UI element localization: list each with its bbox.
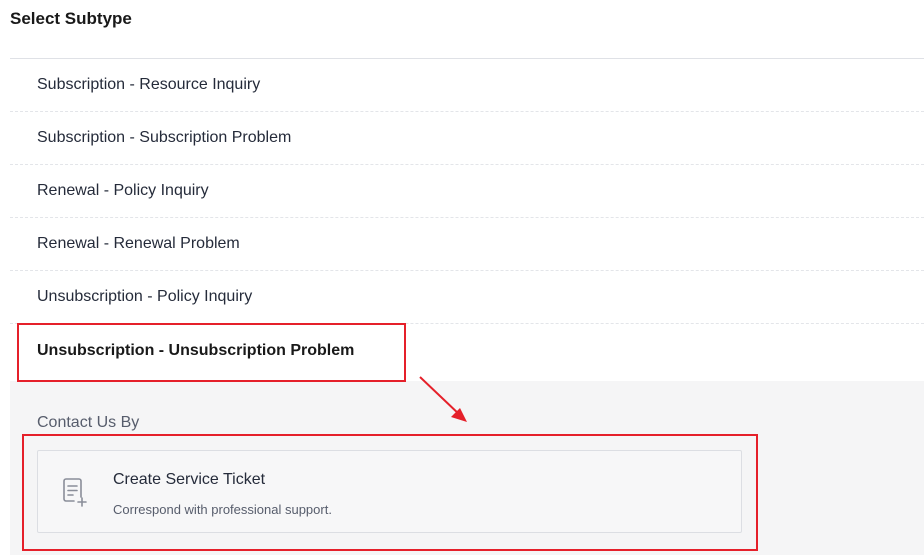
subtype-item-subscription-subscription-problem[interactable]: Subscription - Subscription Problem <box>10 112 924 165</box>
contact-us-label: Contact Us By <box>37 414 140 431</box>
ticket-title: Create Service Ticket <box>113 471 266 488</box>
subtype-item-renewal-policy-inquiry[interactable]: Renewal - Policy Inquiry <box>10 165 924 218</box>
subtype-item-subscription-resource-inquiry[interactable]: Subscription - Resource Inquiry <box>10 59 924 112</box>
subtype-item-unsubscription-unsubscription-problem[interactable]: Unsubscription - Unsubscription Problem <box>10 324 924 378</box>
ticket-add-icon <box>60 475 92 509</box>
ticket-description: Correspond with professional support. <box>113 502 332 517</box>
contact-panel: Contact Us By Create Service Ticket Corr… <box>10 381 924 555</box>
subtype-item-unsubscription-policy-inquiry[interactable]: Unsubscription - Policy Inquiry <box>10 271 924 324</box>
page-title: Select Subtype <box>10 9 132 28</box>
subtype-item-renewal-renewal-problem[interactable]: Renewal - Renewal Problem <box>10 218 924 271</box>
subtype-list: Subscription - Resource Inquiry Subscrip… <box>10 59 924 378</box>
create-service-ticket-card[interactable]: Create Service Ticket Correspond with pr… <box>37 450 742 533</box>
